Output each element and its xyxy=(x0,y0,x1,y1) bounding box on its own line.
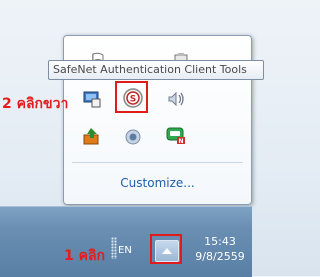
flyout-divider xyxy=(72,162,243,163)
speaker-icon[interactable] xyxy=(164,87,188,111)
clock-date: 9/8/2559 xyxy=(195,250,245,263)
clock[interactable]: 15:43 9/8/2559 xyxy=(188,234,252,264)
bluetooth-icon[interactable] xyxy=(121,125,145,149)
taskbar: EN 15:43 9/8/2559 xyxy=(0,206,252,277)
chat-icon[interactable]: N xyxy=(164,124,188,148)
updater-icon[interactable] xyxy=(80,124,104,148)
highlight-safenet-icon xyxy=(115,81,148,113)
svg-text:N: N xyxy=(178,138,183,145)
taskbar-grip xyxy=(111,237,117,259)
language-indicator[interactable]: EN xyxy=(118,245,132,256)
customize-link[interactable]: Customize... xyxy=(64,176,251,190)
step1-label: 1 คลิก xyxy=(64,248,106,264)
tooltip: SafeNet Authentication Client Tools xyxy=(48,60,264,80)
step2-label: 2 คลิกขวา xyxy=(2,96,69,112)
network-icon[interactable] xyxy=(80,87,104,111)
clock-time: 15:43 xyxy=(204,235,236,248)
highlight-show-hidden xyxy=(150,234,182,264)
